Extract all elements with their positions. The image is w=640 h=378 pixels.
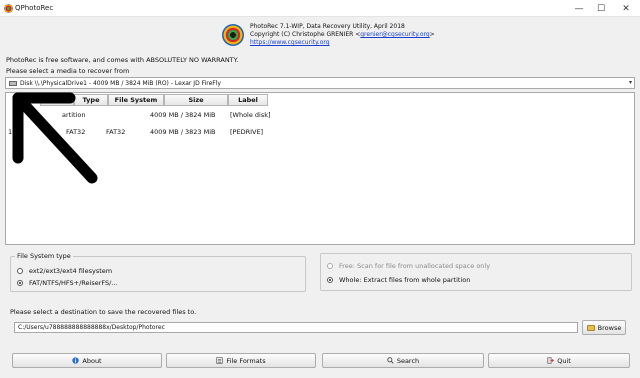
exit-icon (547, 357, 555, 364)
browse-button-label: Browse (597, 323, 622, 332)
cell-size: 4009 MB / 3823 MiB (150, 128, 216, 136)
photorec-logo (222, 24, 244, 46)
filesystem-type-group: File System type ext2/ext3/ext4 filesyst… (10, 252, 306, 292)
info-icon (72, 357, 80, 364)
radio-button-checked[interactable] (327, 277, 333, 283)
column-header-size[interactable]: Size (164, 94, 228, 106)
scan-option-free-label: Free: Scan for file from unallocated spa… (339, 262, 491, 270)
scan-scope-group: Free: Scan for file from unallocated spa… (320, 253, 632, 291)
cell-label: [PEDRIVE] (230, 128, 264, 136)
file-formats-button-label: File Formats (226, 356, 266, 365)
filesystem-type-legend: File System type (15, 252, 73, 260)
minimize-button[interactable]: — (568, 0, 590, 17)
version-line: PhotoRec 7.1-WIP, Data Recovery Utility,… (250, 23, 405, 30)
folder-icon (586, 324, 595, 331)
window-controls: — ☐ ✕ (568, 0, 640, 17)
fs-option-fat[interactable]: FAT/NTFS/HFS+/ReiserFS/... (17, 279, 118, 287)
radio-button[interactable] (17, 268, 23, 274)
warranty-notice: PhotoRec is free software, and comes wit… (6, 56, 239, 64)
about-button[interactable]: About (12, 353, 162, 368)
window-title: QPhotoRec (15, 4, 54, 12)
close-button[interactable]: ✕ (612, 0, 640, 17)
search-icon (387, 357, 394, 364)
cell-label: [Whole disk] (230, 111, 271, 119)
maximize-button[interactable]: ☐ (590, 0, 612, 17)
about-button-label: About (82, 356, 102, 365)
title-bar: QPhotoRec — ☐ ✕ (0, 0, 640, 17)
search-button-label: Search (396, 356, 420, 365)
list-icon (216, 357, 224, 364)
scan-option-whole-label: Whole: Extract files from whole partitio… (339, 276, 471, 284)
radio-button[interactable] (327, 263, 333, 269)
cell-size: 4009 MB / 3824 MiB (150, 111, 216, 119)
annotation-arrow-icon (12, 92, 98, 184)
file-formats-button[interactable]: File Formats (166, 353, 316, 368)
scan-option-free[interactable]: Free: Scan for file from unallocated spa… (327, 262, 490, 270)
scan-option-whole[interactable]: Whole: Extract files from whole partitio… (327, 276, 470, 284)
fs-option-fat-label: FAT/NTFS/HFS+/ReiserFS/... (29, 279, 118, 287)
app-icon (4, 4, 13, 13)
email-link[interactable]: grenier@cgsecurity.org (360, 31, 429, 38)
fs-option-ext-label: ext2/ext3/ext4 filesystem (29, 267, 113, 275)
browse-button[interactable]: Browse (582, 320, 626, 335)
column-header-label[interactable]: Label (228, 94, 268, 106)
media-prompt: Please select a media to recover from (6, 67, 130, 75)
website-link[interactable]: https://www.cgsecurity.org (250, 39, 435, 47)
about-header: PhotoRec 7.1-WIP, Data Recovery Utility,… (250, 23, 435, 47)
column-header-filesystem[interactable]: File System (108, 94, 164, 106)
search-button[interactable]: Search (322, 353, 484, 368)
quit-button[interactable]: Quit (488, 353, 630, 368)
copyright-line: Copyright (C) Christophe GRENIER <grenie… (250, 31, 435, 38)
destination-path-input[interactable]: C:/Users/u788888888888888x/Desktop/Photo… (14, 322, 578, 333)
chevron-down-icon[interactable]: ▾ (629, 79, 632, 86)
radio-button-checked[interactable] (17, 280, 23, 286)
quit-button-label: Quit (557, 356, 571, 365)
fs-option-ext[interactable]: ext2/ext3/ext4 filesystem (17, 267, 112, 275)
destination-label: Please select a destination to save the … (10, 308, 197, 316)
